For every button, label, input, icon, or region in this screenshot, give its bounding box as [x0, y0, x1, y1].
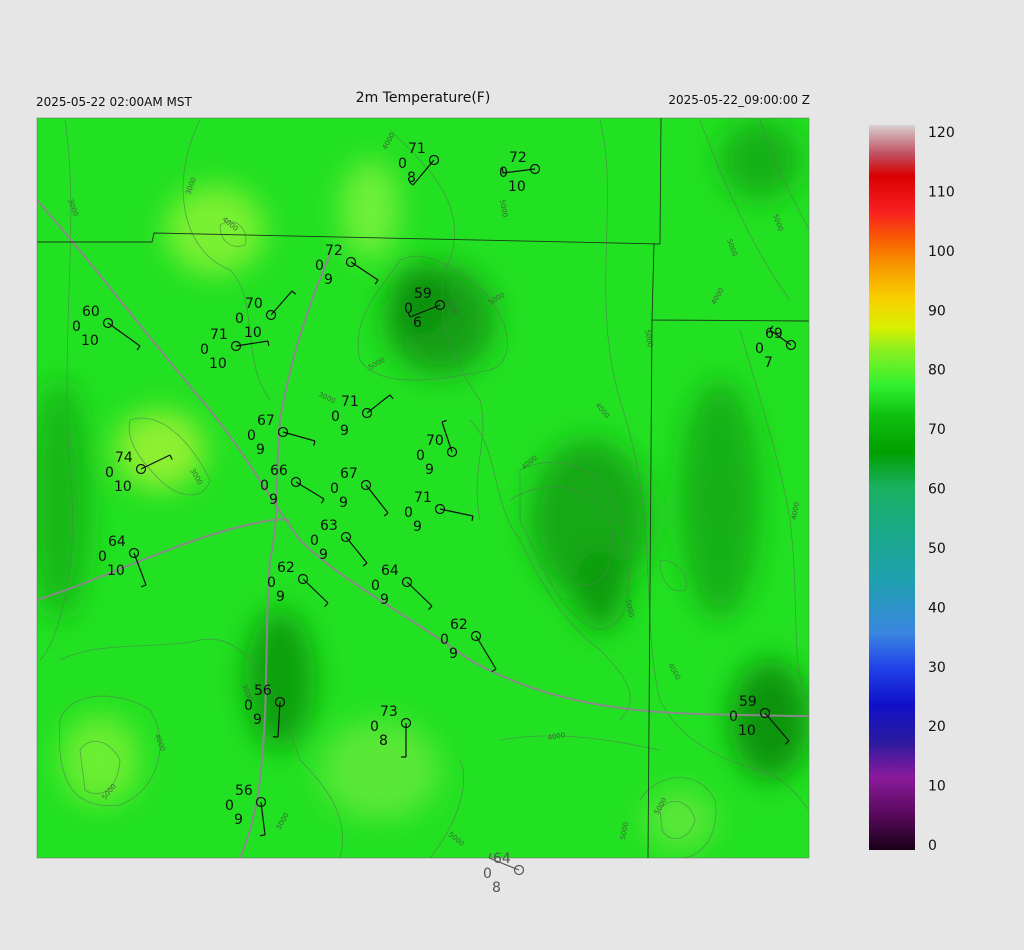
station-visibility: 9 [319, 547, 328, 563]
station-visibility: 9 [425, 462, 434, 478]
station-dewpoint: 0 [483, 866, 492, 882]
station-temperature: 71 [408, 141, 426, 157]
station-dewpoint: 0 [105, 465, 114, 481]
wind-barb-tick [267, 340, 270, 347]
colorbar-tick-label: 100 [928, 244, 955, 260]
station-visibility: 9 [413, 519, 422, 535]
colorbar-tick-label: 70 [928, 422, 946, 438]
station-visibility: 8 [492, 880, 501, 896]
station-temperature: 67 [257, 413, 275, 429]
station-temperature: 70 [426, 433, 444, 449]
station-temperature: 72 [509, 150, 527, 166]
station-dewpoint: 0 [98, 549, 107, 565]
colorbar-tick-label: 90 [928, 303, 946, 319]
station-dewpoint: 0 [267, 575, 276, 591]
station-dewpoint: 0 [260, 478, 269, 494]
station-dewpoint: 0 [729, 709, 738, 725]
station-temperature: 71 [414, 490, 432, 506]
station-dewpoint: 0 [370, 719, 379, 735]
station-visibility: 6 [413, 315, 422, 331]
station-temperature: 73 [380, 704, 398, 720]
colorbar-tick-label: 60 [928, 482, 946, 498]
station-dewpoint: 0 [315, 258, 324, 274]
station-visibility: 10 [209, 356, 227, 372]
station-temperature: 69 [765, 326, 783, 342]
station-temperature: 67 [340, 466, 358, 482]
station-dewpoint: 0 [331, 409, 340, 425]
colorbar-tick-label: 110 [928, 184, 955, 200]
station-temperature: 64 [381, 563, 399, 579]
temperature-field: 3000 3000 4000 4000 5000 5000 5000 5000 … [37, 118, 809, 858]
wind-barb-tick [259, 834, 266, 837]
station-dewpoint: 0 [247, 428, 256, 444]
station-dewpoint: 0 [755, 341, 764, 357]
station-dewpoint: 0 [200, 342, 209, 358]
station-visibility: 7 [764, 355, 773, 371]
colorbar-tick-label: 80 [928, 363, 946, 379]
station-visibility: 8 [379, 733, 388, 749]
station-visibility: 10 [738, 723, 756, 739]
station-dewpoint: 0 [330, 481, 339, 497]
station-temperature: 70 [245, 296, 263, 312]
station-temperature: 71 [210, 327, 228, 343]
station-dewpoint: 0 [404, 301, 413, 317]
colorbar-tick-label: 120 [928, 125, 955, 141]
station-visibility: 10 [114, 479, 132, 495]
station-temperature: 64 [108, 534, 126, 550]
colorbar: 1201101009080706050403020100 [869, 125, 955, 854]
station-temperature: 63 [320, 518, 338, 534]
station-temperature: 72 [325, 243, 343, 259]
station-dewpoint: 0 [398, 156, 407, 172]
station-visibility: 9 [380, 592, 389, 608]
station-dewpoint: 0 [440, 632, 449, 648]
station-temperature: 62 [277, 560, 295, 576]
station-dewpoint: 0 [499, 165, 508, 181]
colorbar-tick-label: 30 [928, 660, 946, 676]
colorbar-tick-label: 0 [928, 838, 937, 854]
station-visibility: 9 [340, 423, 349, 439]
station-visibility: 9 [324, 272, 333, 288]
station-temperature: 59 [414, 286, 432, 302]
station-visibility: 9 [339, 495, 348, 511]
colorbar-gradient [869, 125, 915, 850]
station-visibility: 9 [256, 442, 265, 458]
station-dewpoint: 0 [404, 505, 413, 521]
colorbar-tick-label: 50 [928, 541, 946, 557]
station-visibility: 10 [107, 563, 125, 579]
station-dewpoint: 0 [416, 448, 425, 464]
station-temperature: 60 [82, 304, 100, 320]
station-temperature: 64 [493, 851, 511, 867]
station-temperature: 66 [270, 463, 288, 479]
station-dewpoint: 0 [235, 311, 244, 327]
station-temperature: 62 [450, 617, 468, 633]
station-dewpoint: 0 [72, 319, 81, 335]
station-visibility: 9 [269, 492, 278, 508]
station-temperature: 56 [235, 783, 253, 799]
station-temperature: 59 [739, 694, 757, 710]
station-visibility: 9 [449, 646, 458, 662]
station-visibility: 10 [244, 325, 262, 341]
temperature-map: 3000 3000 4000 4000 5000 5000 5000 5000 … [36, 117, 955, 896]
station-visibility: 9 [253, 712, 262, 728]
station-dewpoint: 0 [225, 798, 234, 814]
station-temperature: 56 [254, 683, 272, 699]
colorbar-tick-label: 40 [928, 600, 946, 616]
station-visibility: 9 [276, 589, 285, 605]
colorbar-tick-label: 20 [928, 719, 946, 735]
station-temperature: 74 [115, 450, 133, 466]
station-visibility: 10 [81, 333, 99, 349]
station-dewpoint: 0 [310, 533, 319, 549]
colorbar-tick-label: 10 [928, 779, 946, 795]
station-visibility: 8 [407, 170, 416, 186]
station-dewpoint: 0 [244, 698, 253, 714]
station-dewpoint: 0 [371, 578, 380, 594]
station-temperature: 71 [341, 394, 359, 410]
station-visibility: 9 [234, 812, 243, 828]
station-visibility: 10 [508, 179, 526, 195]
